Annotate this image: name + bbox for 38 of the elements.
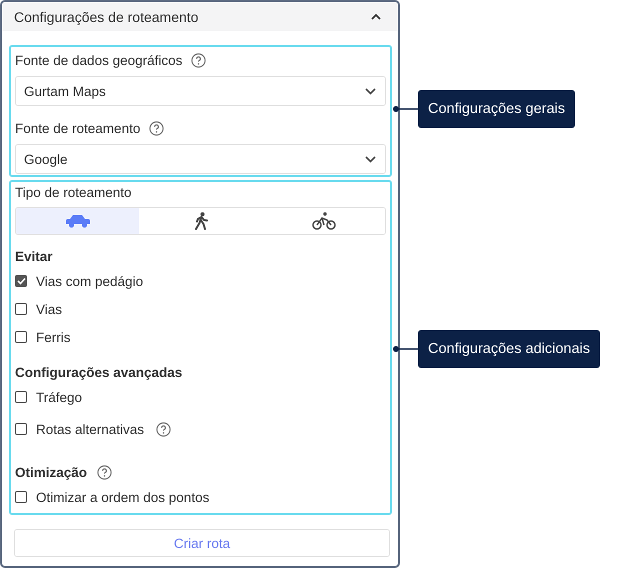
checkbox-label: Ferris bbox=[36, 330, 70, 344]
checkbox[interactable] bbox=[15, 391, 27, 403]
help-icon[interactable] bbox=[191, 52, 206, 68]
checkbox[interactable] bbox=[15, 423, 27, 435]
checkbox[interactable] bbox=[15, 275, 27, 287]
caret-icon bbox=[365, 88, 376, 94]
field-label: Fonte de dados geográficos bbox=[15, 52, 182, 68]
bicycle-icon bbox=[312, 212, 336, 230]
callout-label: Configurações gerais bbox=[418, 90, 576, 128]
section-heading: Evitar bbox=[15, 248, 53, 264]
dropdown-field[interactable]: Gurtam Maps bbox=[15, 76, 386, 106]
checkbox-label: Vias com pedágio bbox=[36, 274, 144, 288]
field-label: Fonte de roteamento bbox=[15, 120, 140, 136]
mode-switcher[interactable] bbox=[15, 207, 386, 235]
callout-label: Configurações adicionais bbox=[418, 330, 600, 368]
field-label: Tipo de roteamento bbox=[15, 184, 133, 202]
help-icon[interactable] bbox=[156, 422, 172, 436]
leader-line bbox=[392, 105, 418, 113]
checkbox-label: Otimizar a ordem dos pontos bbox=[36, 490, 210, 504]
checkbox[interactable] bbox=[15, 331, 27, 343]
help-icon[interactable] bbox=[149, 120, 164, 136]
panel-header[interactable]: Configurações de roteamento bbox=[2, 2, 398, 31]
dropdown-field[interactable]: Google bbox=[15, 144, 386, 174]
section-heading: Configurações avançadas bbox=[15, 364, 182, 380]
checkbox[interactable] bbox=[15, 303, 27, 315]
caret-icon bbox=[365, 156, 376, 162]
checkbox-label: Rotas alternativas bbox=[36, 422, 144, 436]
leader-line bbox=[392, 345, 418, 353]
checkbox-label: Vias bbox=[36, 302, 62, 316]
panel-title: Configurações de roteamento bbox=[14, 8, 198, 24]
create-route-button[interactable]: Criar rota bbox=[14, 529, 390, 557]
help-icon[interactable] bbox=[97, 464, 112, 480]
checkbox[interactable] bbox=[15, 491, 27, 503]
car-icon bbox=[64, 214, 90, 228]
checkbox-label: Tráfego bbox=[36, 390, 82, 404]
walking-person-icon bbox=[194, 212, 208, 230]
chevron-icon bbox=[370, 12, 382, 20]
section-heading: Otimização bbox=[15, 464, 88, 480]
